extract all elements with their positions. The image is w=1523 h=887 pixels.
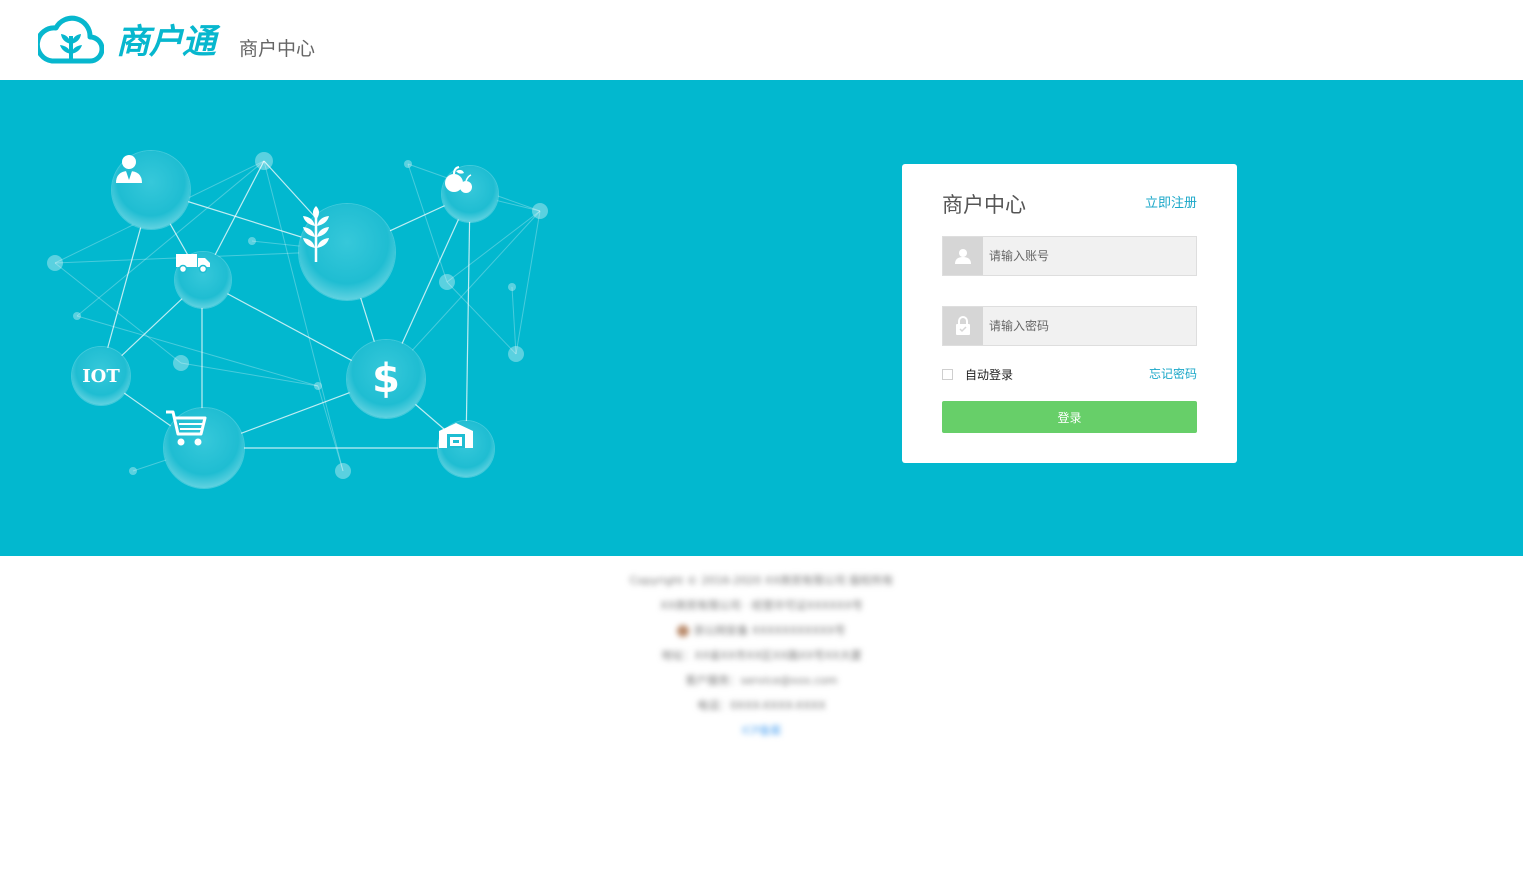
forgot-password-link[interactable]: 忘记密码	[1149, 366, 1197, 382]
cart-node	[164, 408, 244, 488]
dollar-node: $	[347, 340, 425, 418]
header-subtitle: 商户中心	[239, 38, 316, 60]
register-link[interactable]: 立即注册	[1145, 195, 1197, 213]
user-icon	[943, 237, 983, 275]
login-title: 商户中心	[942, 193, 1026, 217]
cloud-logo-icon[interactable]	[34, 14, 105, 64]
footer-phone: 电话：0XXX-XXXX-XXXX	[697, 699, 826, 712]
username-input[interactable]	[983, 237, 1201, 275]
network-illustration: IOT $	[30, 140, 570, 510]
top-header: 商户通 商户中心	[0, 0, 1523, 80]
fruit-icon	[445, 166, 472, 193]
username-field	[942, 236, 1201, 276]
footer-police-text[interactable]: 浙公网安备 XXXXXXXXXXX号	[693, 624, 845, 637]
user-node	[112, 151, 190, 229]
iot-node: IOT	[72, 347, 130, 405]
auto-login-checkbox[interactable]	[942, 368, 953, 380]
login-button[interactable]: 登录	[942, 401, 1197, 433]
wheat-icon	[303, 206, 329, 262]
footer-police-record: 浙公网安备 XXXXXXXXXXX号	[0, 618, 1523, 643]
footer-icp-link[interactable]: ICP备案	[0, 718, 1523, 743]
auto-login-label[interactable]: 自动登录	[965, 366, 1013, 383]
password-field	[942, 306, 1201, 346]
page-footer: Copyright © 2016-2020 XX商贸有限公司 版权所有 XX商贸…	[0, 568, 1523, 743]
iot-label: IOT	[82, 365, 120, 387]
footer-license: XX商贸有限公司 · 经营许可证XXXXXX号	[660, 599, 863, 612]
footer-email: 客户服务：service@xxx.com	[685, 674, 838, 687]
brand-logo-text[interactable]: 商户通	[116, 20, 216, 64]
wheat-node	[299, 204, 395, 300]
dollar-icon: $	[372, 356, 400, 402]
lock-icon	[943, 307, 983, 345]
police-badge-icon	[677, 625, 690, 637]
user-icon	[116, 155, 142, 183]
password-input[interactable]	[983, 307, 1201, 345]
footer-address: 地址：XX省XX市XX区XX路XX号XX大厦	[661, 649, 862, 662]
shopping-cart-icon	[166, 410, 207, 446]
login-card: 商户中心 立即注册 自动登录	[902, 164, 1237, 463]
footer-copyright: Copyright © 2016-2020 XX商贸有限公司 版权所有	[629, 574, 894, 587]
warehouse-icon	[439, 423, 473, 448]
truck-icon	[176, 254, 210, 274]
hero-banner: IOT $ 商户中心 立即注册 请输入账号 自动登录 忘记密码 登录	[0, 80, 1523, 556]
truck-node	[175, 252, 231, 308]
warehouse-node	[438, 421, 494, 477]
fruit-node	[442, 166, 498, 222]
auto-login-option: 自动登录	[942, 366, 1013, 382]
